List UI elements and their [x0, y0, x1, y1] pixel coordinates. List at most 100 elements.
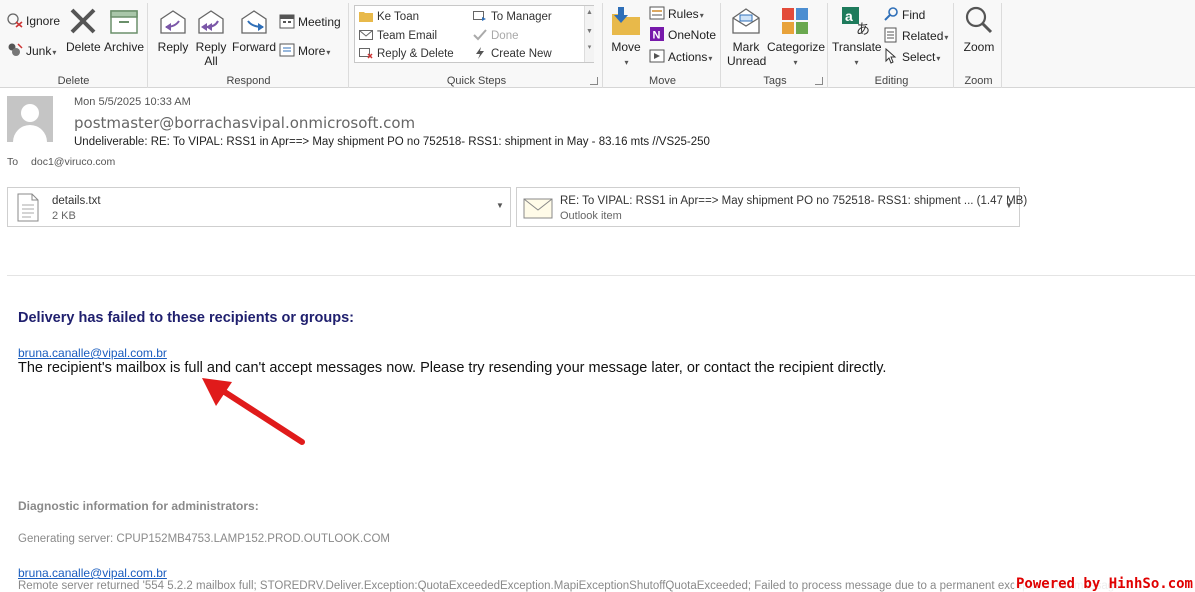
- attachment-name: details.txt: [52, 195, 101, 207]
- generating-server: Generating server: CPUP152MB4753.LAMP152…: [18, 533, 390, 545]
- delete-group-label: Delete: [57, 75, 90, 87]
- rules-button[interactable]: Rules▾: [649, 5, 704, 23]
- forward-button[interactable]: Forward: [232, 5, 276, 54]
- tags-group-label: Tags: [763, 75, 787, 87]
- quick-step-done[interactable]: Done: [473, 29, 519, 42]
- chevron-down-icon[interactable]: ▼: [585, 28, 594, 35]
- reply-delete-icon: [359, 47, 373, 59]
- translate-button[interactable]: aあ Translate ▾: [832, 5, 882, 70]
- quick-step-create-new[interactable]: Create New: [473, 47, 552, 60]
- quick-step-ke-toan[interactable]: Ke Toan: [359, 10, 419, 23]
- attachment-name: RE: To VIPAL: RSS1 in Apr==> May shipmen…: [560, 195, 1028, 207]
- archive-label: Archive: [104, 40, 145, 54]
- calendar-icon: [279, 13, 295, 29]
- more-button[interactable]: More▾: [279, 42, 330, 60]
- chevron-down-icon: ▾: [708, 54, 713, 63]
- ignore-button[interactable]: Ignore: [7, 12, 60, 30]
- forward-label: Forward: [232, 40, 277, 54]
- quick-step-label: Done: [491, 30, 519, 42]
- quick-step-team-email[interactable]: Team Email: [359, 29, 437, 42]
- actions-icon: [649, 48, 665, 64]
- delete-label: Delete: [66, 40, 101, 54]
- delete-button[interactable]: Delete: [66, 5, 101, 54]
- sender-avatar[interactable]: [7, 96, 53, 142]
- junk-button[interactable]: Junk▾: [7, 42, 56, 60]
- quick-step-label: Reply & Delete: [377, 48, 454, 60]
- dialog-launcher-icon[interactable]: [815, 77, 823, 85]
- dialog-launcher-icon[interactable]: [590, 77, 598, 85]
- categorize-button[interactable]: Categorize ▾: [767, 5, 825, 70]
- reply-icon: [157, 5, 189, 37]
- message-sender[interactable]: postmaster@borrachasvipal.onmicrosoft.co…: [74, 114, 415, 132]
- forward-icon: [238, 5, 270, 37]
- quick-steps-group-label: Quick Steps: [446, 75, 507, 87]
- chevron-down-icon[interactable]: ▼: [496, 201, 504, 210]
- reply-button[interactable]: Reply: [155, 5, 191, 54]
- related-icon: [883, 27, 899, 43]
- chevron-down-icon[interactable]: ▼: [1005, 201, 1013, 210]
- quick-steps-scrollbar[interactable]: ▲ ▼ ▾: [584, 6, 594, 62]
- actions-button[interactable]: Actions▾: [649, 48, 712, 66]
- expand-gallery-icon[interactable]: ▾: [585, 43, 594, 51]
- chevron-down-icon: ▾: [699, 11, 704, 20]
- categorize-icon: [779, 5, 811, 37]
- attachment-type: Outlook item: [560, 210, 622, 222]
- zoom-group-label: Zoom: [964, 75, 993, 87]
- to-label: To: [7, 156, 19, 168]
- attachment-outlook-item[interactable]: RE: To VIPAL: RSS1 in Apr==> May shipmen…: [516, 187, 1027, 227]
- meeting-label: Meeting: [298, 15, 341, 29]
- actions-label: Actions: [668, 50, 708, 64]
- zoom-group: Zoom Zoom: [956, 3, 1002, 88]
- recipient-link[interactable]: bruna.canalle@vipal.com.br: [18, 346, 167, 360]
- chevron-up-icon[interactable]: ▲: [585, 9, 594, 16]
- text-file-icon: [17, 193, 39, 222]
- svg-text:a: a: [845, 8, 853, 24]
- respond-group: Reply Reply All Forward Meeting More▾ Re…: [149, 3, 349, 88]
- ignore-icon: [7, 12, 23, 28]
- related-button[interactable]: Related▾: [883, 27, 948, 45]
- delete-icon: [67, 5, 99, 37]
- rules-label: Rules: [668, 7, 699, 21]
- find-button[interactable]: Find: [883, 6, 925, 24]
- reply-all-button[interactable]: Reply All: [193, 5, 229, 68]
- chevron-down-icon: ▾: [326, 48, 331, 57]
- ribbon: Ignore Junk▾ Delete Archive Delete Reply…: [0, 0, 1195, 88]
- message-recipients: To doc1@viruco.com: [7, 156, 115, 168]
- reply-label: Reply: [157, 40, 189, 54]
- message-subject: Undeliverable: RE: To VIPAL: RSS1 in Apr…: [74, 136, 710, 148]
- mark-unread-button[interactable]: Mark Unread: [727, 5, 767, 68]
- select-label: Select: [902, 50, 936, 64]
- archive-icon: [108, 5, 140, 37]
- quick-step-to-manager[interactable]: To Manager: [473, 10, 552, 23]
- recipient-link[interactable]: bruna.canalle@vipal.com.br: [18, 566, 167, 580]
- chevron-down-icon: ▾: [52, 48, 57, 57]
- red-arrow-annotation: [202, 378, 305, 445]
- quick-step-label: Create New: [491, 48, 552, 60]
- mark-unread-label-2: Unread: [727, 54, 767, 68]
- select-button[interactable]: Select▾: [883, 47, 940, 66]
- move-button[interactable]: Move ▾: [609, 5, 643, 70]
- delete-group: Ignore Junk▾ Delete Archive Delete: [0, 3, 148, 88]
- chevron-down-icon: ▾: [793, 58, 798, 67]
- zoom-icon: [963, 5, 995, 37]
- search-icon: [883, 6, 899, 22]
- forward-mail-icon: [473, 10, 487, 22]
- quick-steps-gallery: Ke Toan To Manager Team Email Done Reply…: [354, 5, 594, 63]
- zoom-button[interactable]: Zoom: [960, 5, 998, 54]
- meeting-button[interactable]: Meeting: [279, 13, 341, 31]
- failure-message: The recipient's mailbox is full and can'…: [18, 360, 887, 376]
- attachment-size: 2 KB: [52, 210, 76, 222]
- tags-group: Mark Unread Categorize ▾ Tags: [723, 3, 828, 88]
- zoom-label: Zoom: [963, 40, 995, 54]
- attachment-details[interactable]: details.txt 2 KB ▼: [7, 187, 511, 227]
- archive-button[interactable]: Archive: [104, 5, 144, 54]
- junk-icon: [7, 42, 23, 58]
- diagnostic-heading: Diagnostic information for administrator…: [18, 499, 259, 513]
- to-address[interactable]: doc1@viruco.com: [31, 156, 115, 168]
- cursor-icon: [883, 47, 899, 64]
- onenote-button[interactable]: N OneNote: [649, 26, 716, 44]
- ignore-label: Ignore: [26, 14, 61, 28]
- quick-step-reply-delete[interactable]: Reply & Delete: [359, 47, 454, 60]
- respond-group-label: Respond: [226, 75, 271, 87]
- quick-steps-group: Ke Toan To Manager Team Email Done Reply…: [351, 3, 603, 88]
